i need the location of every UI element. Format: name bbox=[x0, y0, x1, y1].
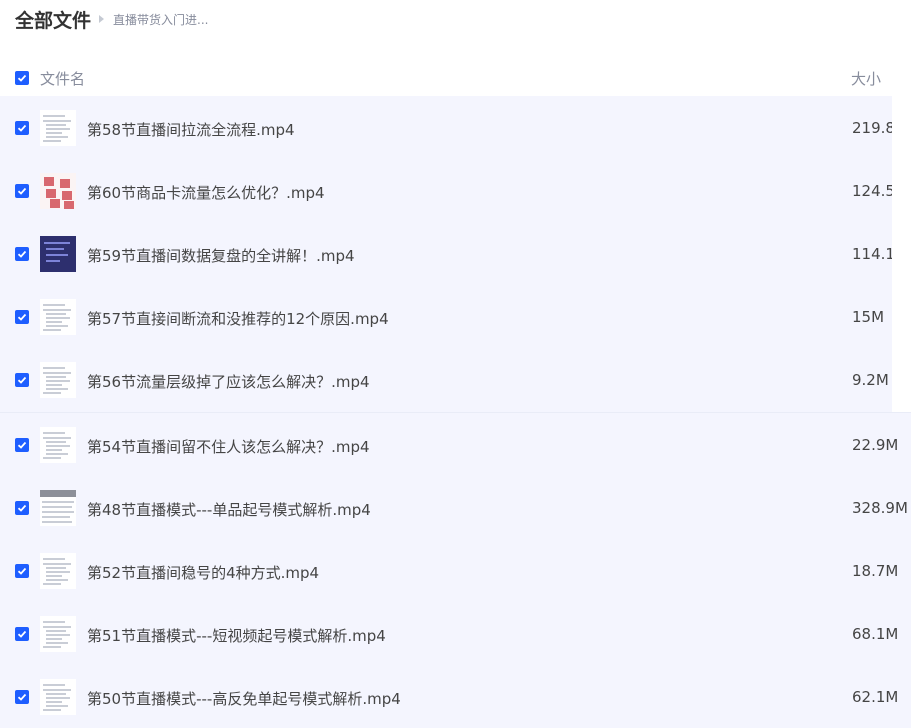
checkmark-icon bbox=[17, 376, 27, 384]
file-name[interactable]: 第59节直播间数据复盘的全讲解！.mp4 bbox=[87, 245, 355, 266]
breadcrumb-root-link[interactable]: 全部文件 bbox=[15, 6, 91, 33]
row-checkbox[interactable] bbox=[15, 564, 29, 578]
file-row[interactable]: 第59节直播间数据复盘的全讲解！.mp4 114.1M bbox=[0, 222, 911, 285]
file-name[interactable]: 第57节直接间断流和没推荐的12个原因.mp4 bbox=[87, 308, 389, 329]
video-thumbnail bbox=[40, 679, 76, 715]
file-size-cell: 114.1M bbox=[852, 222, 892, 285]
row-checkbox[interactable] bbox=[15, 501, 29, 515]
file-size-cell: 15M bbox=[852, 285, 892, 348]
file-row[interactable]: 第56节流量层级掉了应该怎么解决？.mp4 9.2M bbox=[0, 348, 911, 411]
row-checkbox[interactable] bbox=[15, 184, 29, 198]
file-name[interactable]: 第48节直播模式---单品起号模式解析.mp4 bbox=[87, 499, 371, 520]
file-name[interactable]: 第51节直播模式---短视频起号模式解析.mp4 bbox=[87, 625, 386, 646]
column-header-name[interactable]: 文件名 bbox=[40, 68, 85, 89]
file-size: 328.9M bbox=[852, 499, 908, 517]
breadcrumb: 全部文件 直播带货入门进... bbox=[15, 4, 208, 34]
file-size: 124.5M bbox=[852, 182, 892, 200]
file-size-cell: 9.2M bbox=[852, 348, 892, 411]
video-thumbnail bbox=[40, 299, 76, 335]
row-checkbox[interactable] bbox=[15, 438, 29, 452]
file-name[interactable]: 第56节流量层级掉了应该怎么解决？.mp4 bbox=[87, 371, 370, 392]
file-name[interactable]: 第50节直播模式---高反免单起号模式解析.mp4 bbox=[87, 688, 401, 709]
checkmark-icon bbox=[17, 441, 27, 449]
checkmark-icon bbox=[17, 313, 27, 321]
file-row[interactable]: 第52节直播间稳号的4种方式.mp4 18.7M bbox=[0, 539, 911, 602]
file-size: 18.7M bbox=[852, 562, 899, 580]
file-list-header: 文件名 大小 bbox=[0, 58, 911, 96]
file-size: 68.1M bbox=[852, 625, 899, 643]
select-all-checkbox[interactable] bbox=[15, 71, 29, 85]
checkmark-icon bbox=[17, 250, 27, 258]
breadcrumb-current-folder[interactable]: 直播带货入门进... bbox=[113, 11, 208, 28]
file-row[interactable]: 第57节直接间断流和没推荐的12个原因.mp4 15M bbox=[0, 285, 911, 348]
file-name[interactable]: 第60节商品卡流量怎么优化？.mp4 bbox=[87, 182, 325, 203]
row-checkbox[interactable] bbox=[15, 690, 29, 704]
checkmark-icon bbox=[17, 630, 27, 638]
checkmark-icon bbox=[17, 74, 27, 82]
checkmark-icon bbox=[17, 693, 27, 701]
file-name[interactable]: 第58节直播间拉流全流程.mp4 bbox=[87, 119, 295, 140]
file-row[interactable]: 第48节直播模式---单品起号模式解析.mp4 328.9M bbox=[0, 476, 911, 539]
file-size: 15M bbox=[852, 308, 885, 326]
video-thumbnail bbox=[40, 236, 76, 272]
checkmark-icon bbox=[17, 567, 27, 575]
file-size-cell: 124.5M bbox=[852, 159, 892, 222]
file-row[interactable]: 第50节直播模式---高反免单起号模式解析.mp4 62.1M bbox=[0, 665, 911, 728]
row-checkbox[interactable] bbox=[15, 247, 29, 261]
checkmark-icon bbox=[17, 124, 27, 132]
row-checkbox[interactable] bbox=[15, 121, 29, 135]
file-row[interactable]: 第54节直播间留不住人该怎么解决？.mp4 22.9M bbox=[0, 413, 911, 476]
file-size: 219.8M bbox=[852, 119, 892, 137]
row-checkbox[interactable] bbox=[15, 627, 29, 641]
file-row[interactable]: 第60节商品卡流量怎么优化？.mp4 124.5M bbox=[0, 159, 911, 222]
file-size: 22.9M bbox=[852, 436, 899, 454]
column-header-size[interactable]: 大小 bbox=[851, 68, 881, 89]
file-size: 9.2M bbox=[852, 371, 889, 389]
file-name[interactable]: 第52节直播间稳号的4种方式.mp4 bbox=[87, 562, 319, 583]
file-size-cell: 219.8M bbox=[852, 96, 892, 159]
file-size: 114.1M bbox=[852, 245, 892, 263]
video-thumbnail bbox=[40, 173, 76, 209]
file-name[interactable]: 第54节直播间留不住人该怎么解决？.mp4 bbox=[87, 436, 370, 457]
row-checkbox[interactable] bbox=[15, 373, 29, 387]
file-row[interactable]: 第51节直播模式---短视频起号模式解析.mp4 68.1M bbox=[0, 602, 911, 665]
video-thumbnail bbox=[40, 553, 76, 589]
video-thumbnail bbox=[40, 362, 76, 398]
row-checkbox[interactable] bbox=[15, 310, 29, 324]
breadcrumb-separator-icon bbox=[99, 15, 105, 23]
file-row[interactable]: 第58节直播间拉流全流程.mp4 219.8M bbox=[0, 96, 911, 159]
video-thumbnail bbox=[40, 490, 76, 526]
video-thumbnail bbox=[40, 427, 76, 463]
checkmark-icon bbox=[17, 187, 27, 195]
video-thumbnail bbox=[40, 110, 76, 146]
checkmark-icon bbox=[17, 504, 27, 512]
video-thumbnail bbox=[40, 616, 76, 652]
file-size: 62.1M bbox=[852, 688, 899, 706]
